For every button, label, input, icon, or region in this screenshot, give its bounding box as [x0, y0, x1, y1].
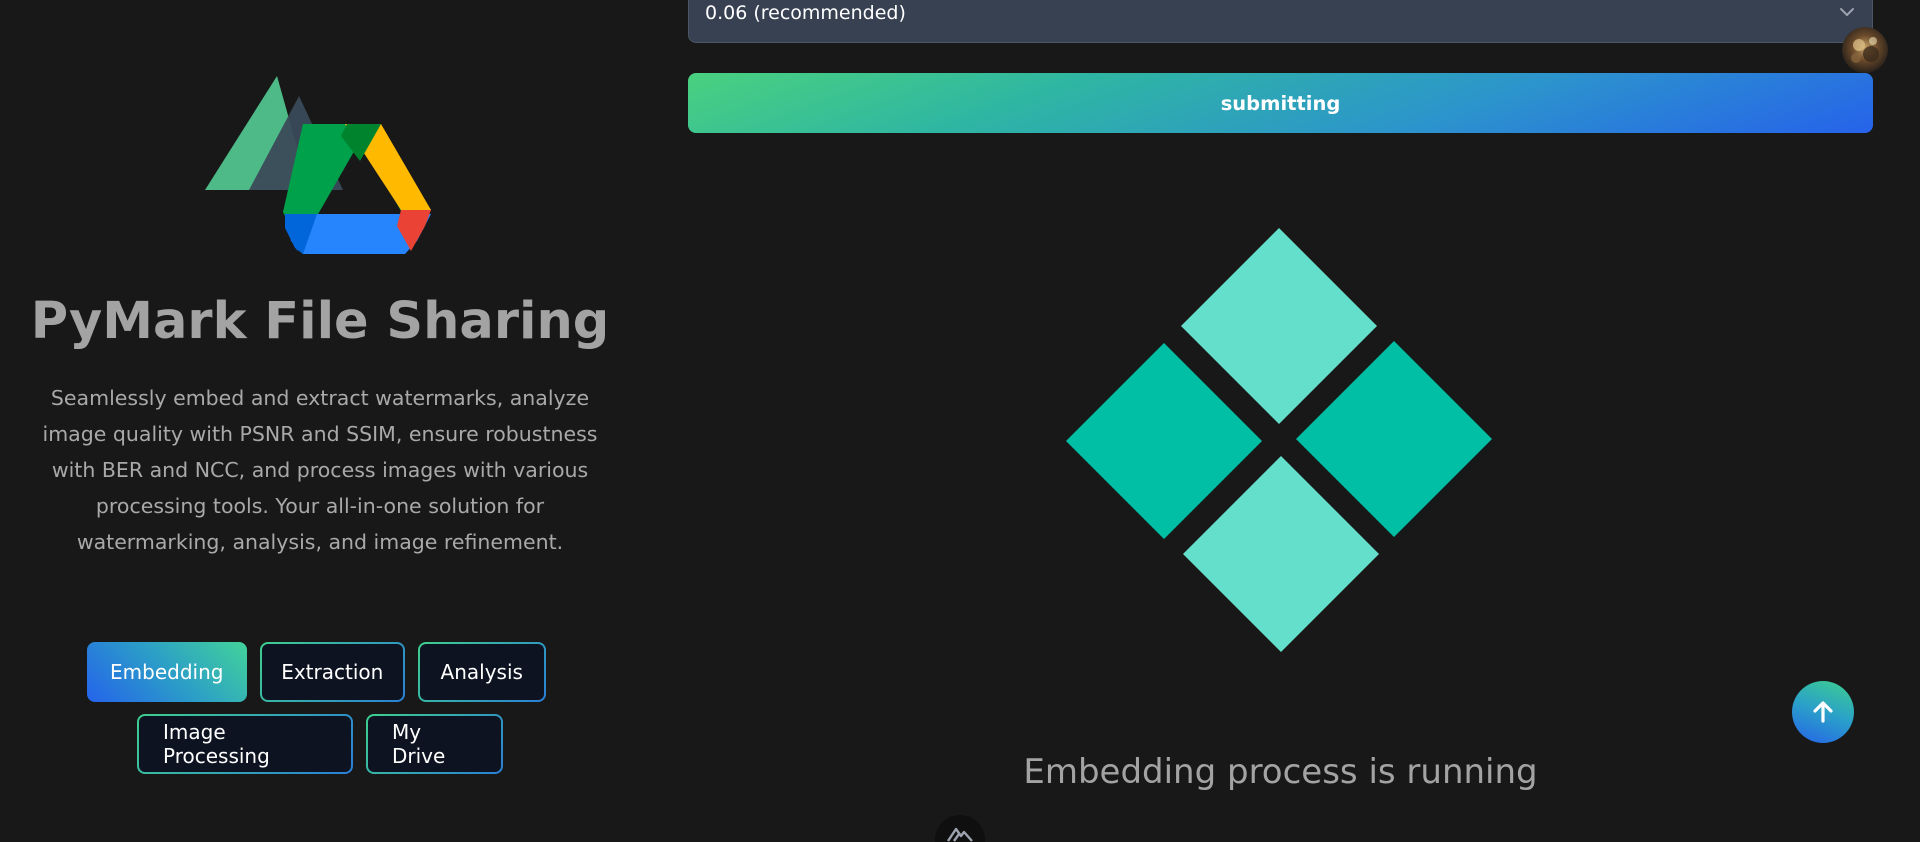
nav-button-embedding[interactable]: Embedding: [86, 642, 247, 702]
nav-button-my-drive[interactable]: My Drive: [366, 714, 503, 774]
strength-select-value: 0.06 (recommended): [705, 2, 906, 24]
chevron-down-icon: [1840, 8, 1854, 16]
bottom-badge[interactable]: [935, 815, 985, 842]
submit-button[interactable]: submitting: [688, 73, 1873, 133]
arrow-up-icon: [1813, 701, 1833, 723]
page: PyMark File Sharing Seamlessly embed and…: [0, 0, 1920, 842]
nav-row-primary: Embedding Extraction Analysis: [0, 642, 640, 702]
nav-button-analysis[interactable]: Analysis: [418, 642, 546, 702]
strength-select[interactable]: 0.06 (recommended): [688, 0, 1873, 43]
process-status-text: Embedding process is running: [1023, 752, 1538, 792]
scroll-top-button[interactable]: [1792, 681, 1854, 743]
nav-button-image-processing[interactable]: Image Processing: [137, 714, 353, 774]
mountain-logo-icon: [947, 827, 973, 842]
app-description: Seamlessly embed and extract watermarks,…: [42, 386, 598, 554]
diamond-loader-icon: [1066, 228, 1492, 652]
intro-panel: PyMark File Sharing Seamlessly embed and…: [0, 0, 640, 842]
app-title: PyMark File Sharing: [30, 292, 610, 351]
pymark-drive-logo: [205, 76, 431, 254]
nav-row-secondary: Image Processing My Drive: [0, 714, 640, 774]
nav-button-extraction[interactable]: Extraction: [260, 642, 405, 702]
user-avatar[interactable]: [1842, 27, 1888, 73]
avatar-image: [1842, 27, 1888, 73]
